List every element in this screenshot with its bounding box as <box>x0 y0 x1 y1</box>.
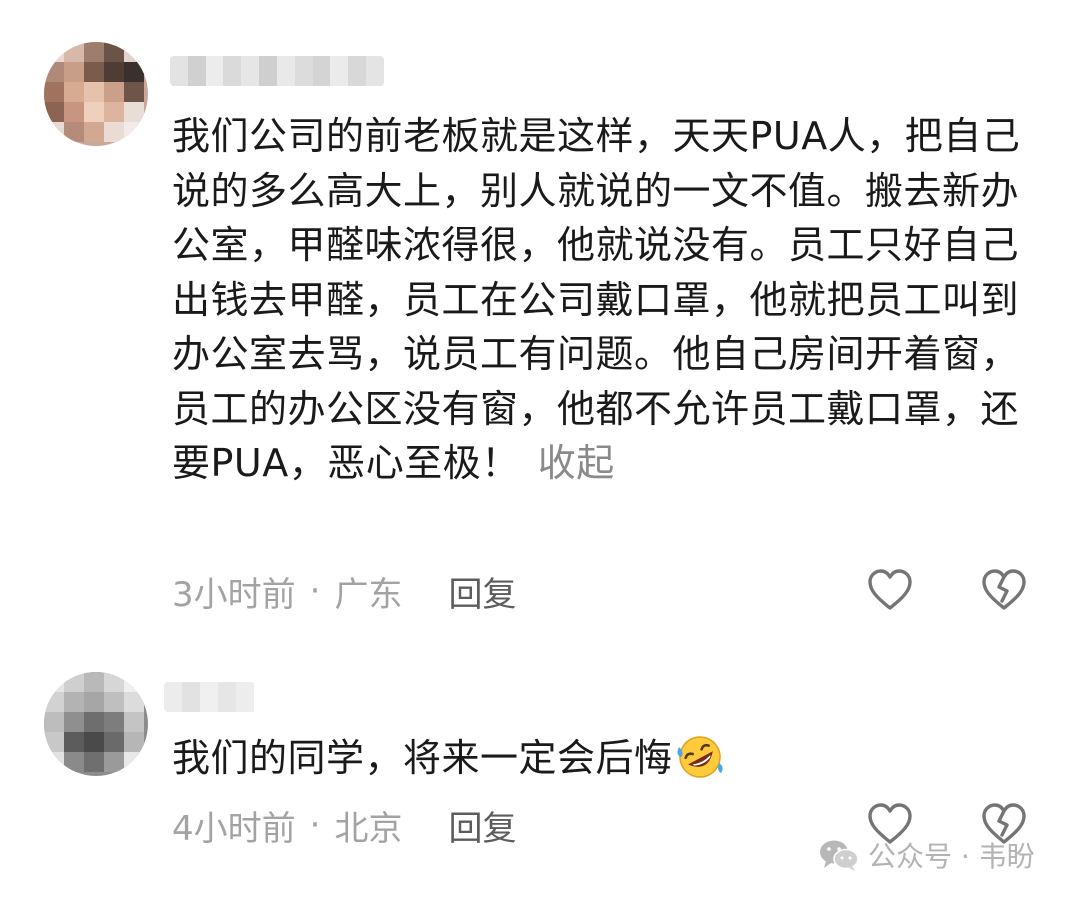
username-blurred[interactable] <box>164 682 258 712</box>
comment-body: 我们的同学，将来一定会后悔 <box>172 736 673 780</box>
comment-body: 我们公司的前老板就是这样，天天PUA人，把自己说的多么高大上，别人就说的一文不值… <box>172 114 1021 485</box>
rolling-on-floor-laughing-emoji <box>675 733 725 779</box>
meta-separator: · <box>309 571 321 611</box>
wechat-icon <box>818 837 860 873</box>
collapse-link[interactable]: 收起 <box>538 441 615 485</box>
watermark: 公众号 · 韦盼 <box>818 835 1035 875</box>
comment-meta: 3小时前 · 广东 回复 <box>172 567 516 615</box>
reply-button[interactable]: 回复 <box>448 801 516 850</box>
broken-heart-icon[interactable] <box>980 568 1028 612</box>
comment-text: 我们的同学，将来一定会后悔 <box>172 731 1022 786</box>
comment-text: 我们公司的前老板就是这样，天天PUA人，把自己说的多么高大上，别人就说的一文不值… <box>172 109 1022 491</box>
comment-location: 广东 <box>334 574 403 615</box>
avatar[interactable] <box>44 42 148 146</box>
watermark-text: 公众号 · 韦盼 <box>868 840 1035 873</box>
username-blurred[interactable] <box>170 56 384 86</box>
comment-time: 4小时前 <box>172 808 296 849</box>
comment-list: 我们公司的前老板就是这样，天天PUA人，把自己说的多么高大上，别人就说的一文不值… <box>0 0 1080 898</box>
heart-outline-icon[interactable] <box>866 568 914 612</box>
comment-time: 3小时前 <box>172 574 296 615</box>
comment-location: 北京 <box>334 808 403 849</box>
comment-meta: 4小时前 · 北京 回复 <box>172 801 516 849</box>
reply-button[interactable]: 回复 <box>448 567 516 616</box>
avatar[interactable] <box>44 672 148 776</box>
meta-separator: · <box>309 805 321 845</box>
